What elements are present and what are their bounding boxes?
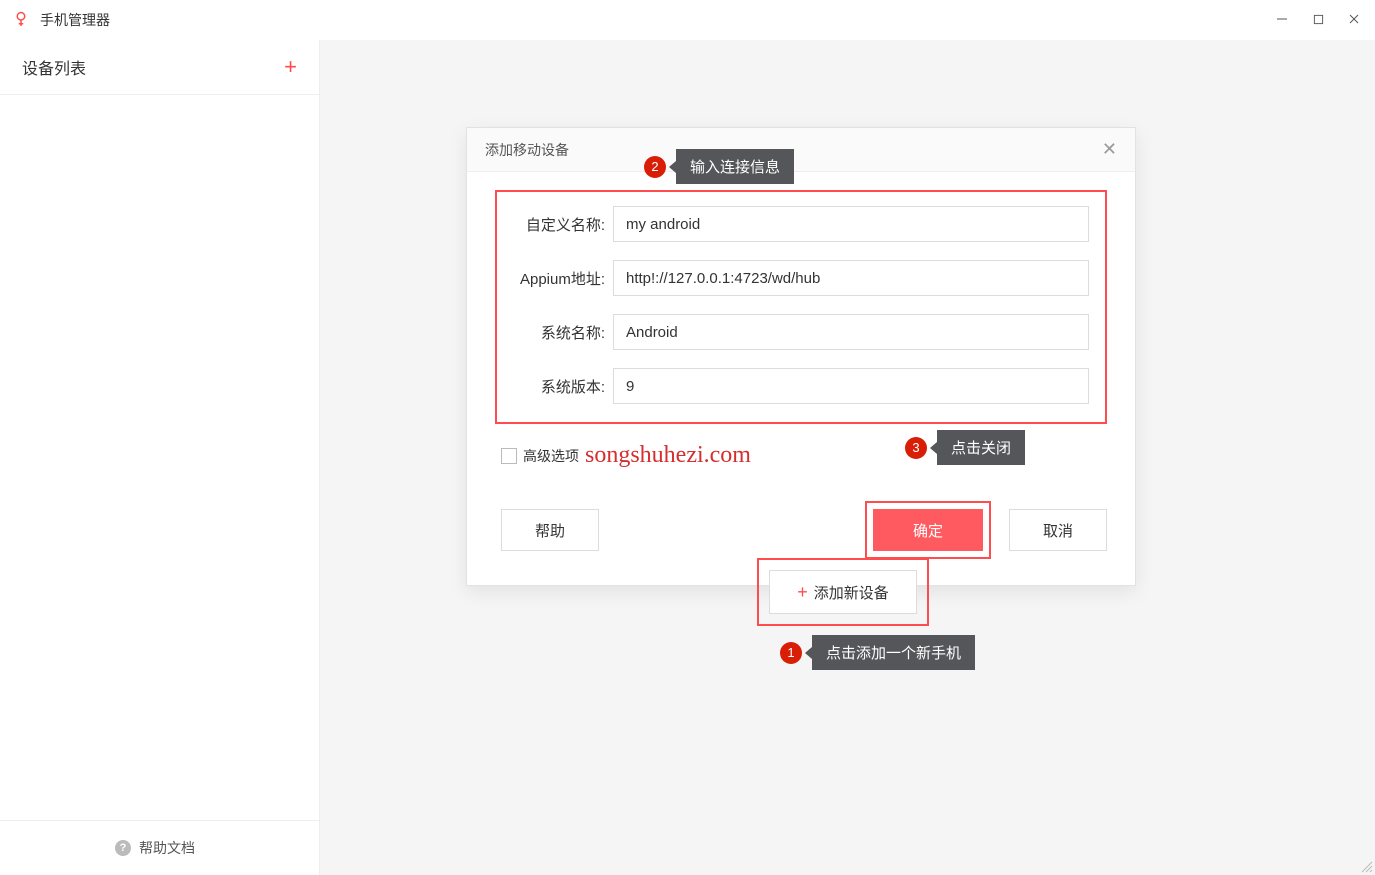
- sys-name-label: 系统名称:: [513, 322, 613, 343]
- confirm-button[interactable]: 确定: [873, 509, 983, 551]
- dialog-title: 添加移动设备: [485, 140, 569, 160]
- form-row-custom-name: 自定义名称:: [513, 206, 1089, 242]
- minimize-button[interactable]: [1273, 12, 1291, 28]
- plus-icon: +: [797, 582, 808, 603]
- close-button[interactable]: [1345, 12, 1363, 28]
- step-number-3: 3: [905, 437, 927, 459]
- advanced-options-row: 高级选项 songshuhezi.com: [467, 432, 1135, 473]
- sidebar-footer[interactable]: ? 帮助文档: [0, 820, 319, 875]
- watermark-text: songshuhezi.com: [585, 442, 751, 469]
- form-highlight-box: 自定义名称: Appium地址: 系统名称: 系统版本:: [495, 190, 1107, 424]
- device-list-empty: [0, 95, 319, 820]
- titlebar: 手机管理器: [0, 0, 1375, 40]
- help-docs-label: 帮助文档: [139, 838, 195, 858]
- sys-ver-input[interactable]: [613, 368, 1089, 404]
- sys-ver-label: 系统版本:: [513, 376, 613, 397]
- step-number-2: 2: [644, 156, 666, 178]
- step-label-1: 点击添加一个新手机: [812, 635, 975, 670]
- resize-grip-icon[interactable]: [1359, 859, 1373, 873]
- annotation-step-1: 1 点击添加一个新手机: [780, 635, 975, 670]
- form-row-sys-ver: 系统版本:: [513, 368, 1089, 404]
- app-logo-icon: [12, 11, 30, 29]
- dialog-body: 自定义名称: Appium地址: 系统名称: 系统版本:: [467, 172, 1135, 432]
- cancel-button[interactable]: 取消: [1009, 509, 1107, 551]
- add-new-highlight-box: + 添加新设备: [757, 558, 929, 626]
- add-device-icon[interactable]: +: [284, 54, 297, 80]
- app-title: 手机管理器: [40, 10, 110, 30]
- dialog-header: 添加移动设备 ✕: [467, 128, 1135, 172]
- form-row-sys-name: 系统名称:: [513, 314, 1089, 350]
- step-label-2: 输入连接信息: [676, 149, 794, 184]
- annotation-step-2: 2 输入连接信息: [644, 149, 794, 184]
- sidebar-header: 设备列表 +: [0, 40, 319, 95]
- annotation-step-3: 3 点击关闭: [905, 430, 1025, 465]
- advanced-label: 高级选项: [523, 446, 579, 466]
- add-new-device-button[interactable]: + 添加新设备: [769, 570, 917, 614]
- sidebar: 设备列表 + ? 帮助文档: [0, 40, 320, 875]
- help-button[interactable]: 帮助: [501, 509, 599, 551]
- sidebar-title: 设备列表: [22, 55, 86, 79]
- custom-name-label: 自定义名称:: [513, 214, 613, 235]
- maximize-button[interactable]: [1309, 12, 1327, 28]
- sys-name-input[interactable]: [613, 314, 1089, 350]
- help-icon: ?: [115, 840, 131, 856]
- step-label-3: 点击关闭: [937, 430, 1025, 465]
- confirm-highlight-box: 确定: [865, 501, 991, 559]
- step-number-1: 1: [780, 642, 802, 664]
- appium-label: Appium地址:: [513, 268, 613, 289]
- custom-name-input[interactable]: [613, 206, 1089, 242]
- window-controls: [1273, 12, 1363, 28]
- advanced-checkbox[interactable]: [501, 448, 517, 464]
- dialog-close-icon[interactable]: ✕: [1102, 139, 1117, 160]
- form-row-appium: Appium地址:: [513, 260, 1089, 296]
- content-area: 添加移动设备 ✕ 自定义名称: Appium地址: 系统名称:: [320, 40, 1375, 875]
- appium-input[interactable]: [613, 260, 1089, 296]
- add-device-dialog: 添加移动设备 ✕ 自定义名称: Appium地址: 系统名称:: [466, 127, 1136, 586]
- add-new-device-label: 添加新设备: [814, 582, 889, 603]
